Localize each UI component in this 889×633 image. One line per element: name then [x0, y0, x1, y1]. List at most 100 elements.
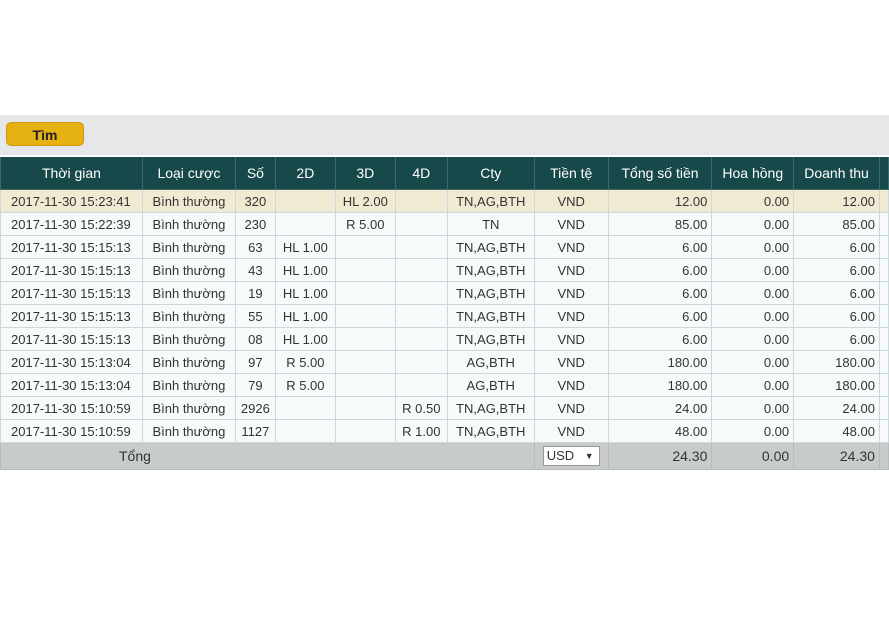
cell-extra: [878, 350, 889, 374]
cell-time: 2017-11-30 15:13:04: [0, 350, 143, 374]
cell-currency: VND: [533, 396, 609, 420]
table-row[interactable]: 2017-11-30 15:15:13 Bình thường 63 HL 1.00 T…: [0, 235, 889, 259]
cell-extra: [878, 419, 889, 443]
cell-total-amount: 6.00: [607, 327, 713, 351]
cell-company: TN: [446, 212, 535, 236]
cell-company: AG,BTH: [446, 373, 535, 397]
cell-extra: [878, 327, 889, 351]
table-row[interactable]: 2017-11-30 15:15:13 Bình thường 19 HL 1.00 T…: [0, 281, 889, 305]
cell-revenue: 180.00: [793, 373, 880, 397]
cell-4d: [394, 350, 448, 374]
table-row[interactable]: 2017-11-30 15:15:13 Bình thường 43 HL 1.00 T…: [0, 258, 889, 282]
cell-company: TN,AG,BTH: [446, 189, 535, 213]
cell-revenue: 6.00: [793, 304, 880, 328]
cell-company: TN,AG,BTH: [446, 258, 535, 282]
cell-total-amount: 24.00: [607, 396, 713, 420]
cell-3d: [334, 235, 396, 259]
cell-total-amount: 48.00: [607, 419, 713, 443]
table-row[interactable]: 2017-11-30 15:10:59 Bình thường 1127 R 1.00…: [0, 419, 889, 443]
cell-2d: [274, 396, 336, 420]
col-header-3d: 3D: [334, 157, 396, 190]
cell-bet-type: Bình thường: [141, 327, 236, 351]
cell-3d: [334, 350, 396, 374]
cell-commission: 0.00: [711, 350, 795, 374]
table-header-row: Thời gian Loại cược Số 2D 3D 4D Cty Tiền…: [0, 157, 889, 190]
table-body: 2017-11-30 15:23:41 Bình thường 320 HL 2.00…: [0, 189, 889, 443]
cell-revenue: 12.00: [793, 189, 880, 213]
cell-number: 1127: [234, 419, 276, 443]
cell-total-amount: 180.00: [607, 350, 713, 374]
cell-currency: VND: [533, 350, 609, 374]
cell-extra: [878, 396, 889, 420]
col-header-total-amount: Tổng số tiền: [607, 157, 713, 190]
cell-2d: HL 1.00: [274, 327, 336, 351]
cell-number: 19: [234, 281, 276, 305]
cell-time: 2017-11-30 15:10:59: [0, 396, 143, 420]
cell-bet-type: Bình thường: [141, 281, 236, 305]
cell-2d: R 5.00: [274, 350, 336, 374]
cell-bet-type: Bình thường: [141, 189, 236, 213]
cell-time: 2017-11-30 15:15:13: [0, 281, 143, 305]
cell-number: 320: [234, 189, 276, 213]
footer-currency-cell: USD ▼: [533, 442, 609, 470]
cell-total-amount: 6.00: [607, 258, 713, 282]
cell-currency: VND: [533, 373, 609, 397]
table-row[interactable]: 2017-11-30 15:22:39 Bình thường 230 R 5.00 T…: [0, 212, 889, 236]
cell-2d: R 5.00: [274, 373, 336, 397]
cell-revenue: 85.00: [793, 212, 880, 236]
table-row[interactable]: 2017-11-30 15:10:59 Bình thường 2926 R 0.50…: [0, 396, 889, 420]
footer-extra-cell: [878, 442, 889, 470]
cell-2d: HL 1.00: [274, 258, 336, 282]
cell-total-amount: 85.00: [607, 212, 713, 236]
cell-revenue: 6.00: [793, 235, 880, 259]
cell-total-amount: 6.00: [607, 304, 713, 328]
cell-extra: [878, 235, 889, 259]
table-row[interactable]: 2017-11-30 15:23:41 Bình thường 320 HL 2.00…: [0, 189, 889, 213]
currency-select[interactable]: USD ▼: [542, 446, 600, 466]
cell-revenue: 6.00: [793, 281, 880, 305]
cell-number: 43: [234, 258, 276, 282]
cell-4d: [394, 373, 448, 397]
cell-4d: [394, 281, 448, 305]
cell-total-amount: 6.00: [607, 235, 713, 259]
cell-bet-type: Bình thường: [141, 235, 236, 259]
col-header-extra: [878, 157, 889, 190]
cell-commission: 0.00: [711, 281, 795, 305]
cell-time: 2017-11-30 15:15:13: [0, 304, 143, 328]
col-header-number: Số: [234, 157, 276, 190]
cell-commission: 0.00: [711, 235, 795, 259]
cell-time: 2017-11-30 15:15:13: [0, 235, 143, 259]
table-row[interactable]: 2017-11-30 15:13:04 Bình thường 97 R 5.00 AG…: [0, 350, 889, 374]
footer-total-amount: 24.30: [607, 442, 713, 470]
cell-3d: [334, 396, 396, 420]
cell-commission: 0.00: [711, 419, 795, 443]
cell-commission: 0.00: [711, 189, 795, 213]
cell-time: 2017-11-30 15:10:59: [0, 419, 143, 443]
col-header-4d: 4D: [394, 157, 448, 190]
cell-commission: 0.00: [711, 304, 795, 328]
cell-4d: [394, 304, 448, 328]
search-button[interactable]: Tìm: [6, 122, 84, 146]
cell-bet-type: Bình thường: [141, 396, 236, 420]
cell-bet-type: Bình thường: [141, 419, 236, 443]
cell-bet-type: Bình thường: [141, 258, 236, 282]
cell-currency: VND: [533, 189, 609, 213]
cell-extra: [878, 304, 889, 328]
table-row[interactable]: 2017-11-30 15:15:13 Bình thường 55 HL 1.00 T…: [0, 304, 889, 328]
cell-time: 2017-11-30 15:13:04: [0, 373, 143, 397]
table-row[interactable]: 2017-11-30 15:15:13 Bình thường 08 HL 1.00 T…: [0, 327, 889, 351]
cell-4d: R 0.50: [394, 396, 448, 420]
col-header-currency: Tiền tệ: [533, 157, 609, 190]
col-header-revenue: Doanh thu: [793, 157, 880, 190]
cell-3d: R 5.00: [334, 212, 396, 236]
cell-revenue: 6.00: [793, 258, 880, 282]
cell-revenue: 48.00: [793, 419, 880, 443]
cell-currency: VND: [533, 281, 609, 305]
currency-select-value: USD: [546, 448, 575, 463]
bet-history-table: Thời gian Loại cược Số 2D 3D 4D Cty Tiền…: [0, 157, 889, 470]
cell-3d: HL 2.00: [334, 189, 396, 213]
cell-company: AG,BTH: [446, 350, 535, 374]
table-row[interactable]: 2017-11-30 15:13:04 Bình thường 79 R 5.00 AG…: [0, 373, 889, 397]
cell-2d: [274, 212, 336, 236]
cell-currency: VND: [533, 212, 609, 236]
